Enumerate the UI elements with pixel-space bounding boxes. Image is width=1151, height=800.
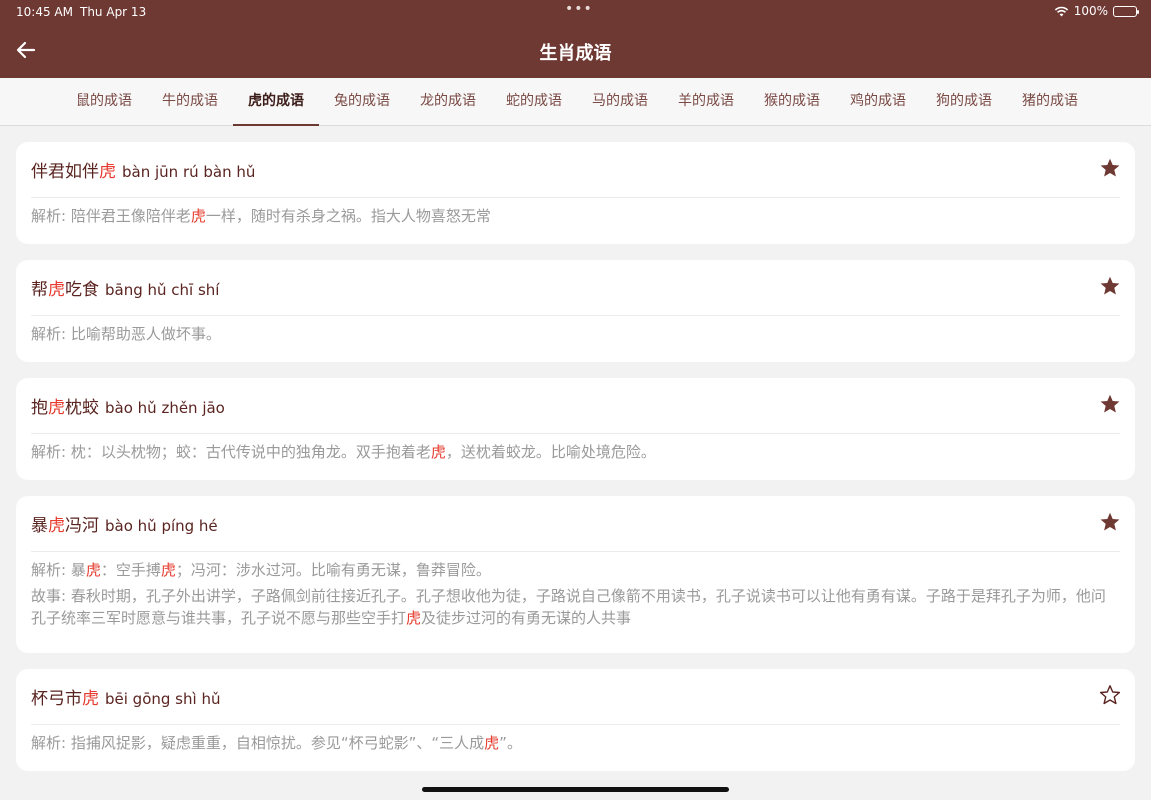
desc-highlight: 虎 bbox=[406, 609, 422, 627]
idiom-header: 暴虎冯河 bào hǔ píng hé bbox=[31, 511, 1085, 537]
divider bbox=[31, 433, 1120, 434]
idiom-part: 伴君如伴 bbox=[31, 162, 99, 182]
idiom-part: 暴 bbox=[31, 516, 48, 536]
star-outline-icon[interactable] bbox=[1099, 684, 1121, 706]
desc-prefix: 解析: bbox=[31, 207, 71, 225]
idiom-explanation: 解析: 枕：以头枕物；蛟：古代传说中的独角龙。双手抱着老虎，送枕着蛟龙。比喻处境… bbox=[31, 441, 1120, 463]
desc-text: ，送枕着蛟龙。比喻处境危险。 bbox=[445, 443, 656, 461]
tab-4[interactable]: 兔的成语 bbox=[319, 78, 405, 126]
idiom-text: 帮虎吃食 bbox=[31, 280, 99, 300]
desc-prefix: 故事: bbox=[31, 587, 71, 605]
tab-11[interactable]: 狗的成语 bbox=[921, 78, 1007, 126]
divider bbox=[31, 197, 1120, 198]
tab-6[interactable]: 蛇的成语 bbox=[491, 78, 577, 126]
desc-highlight: 虎 bbox=[160, 561, 176, 579]
desc-text: ”。 bbox=[499, 734, 522, 752]
zodiac-tabs: 鼠的成语 牛的成语 虎的成语 兔的成语 龙的成语 蛇的成语 马的成语 羊的成语 猴的成语 鸡的成语… bbox=[0, 78, 1151, 126]
idiom-part: 帮 bbox=[31, 280, 48, 300]
idiom-highlight: 虎 bbox=[48, 516, 65, 536]
desc-highlight: 虎 bbox=[430, 443, 446, 461]
star-filled-icon[interactable] bbox=[1099, 157, 1121, 179]
divider bbox=[31, 315, 1120, 316]
star-filled-icon[interactable] bbox=[1099, 275, 1121, 297]
idiom-text: 暴虎冯河 bbox=[31, 516, 99, 536]
desc-text: 比喻帮助恶人做坏事。 bbox=[70, 325, 221, 343]
status-bar: 10:45 AM Thu Apr 13 ••• 100% bbox=[0, 0, 1151, 24]
idiom-explanation: 解析: 陪伴君王像陪伴老虎一样，随时有杀身之祸。指大人物喜怒无常 bbox=[31, 205, 1120, 227]
desc-text: 指捕风捉影，疑虑重重，自相惊扰。参见“杯弓蛇影”、“三人成 bbox=[70, 734, 485, 752]
status-date: Thu Apr 13 bbox=[80, 5, 147, 19]
multitasking-dots-icon[interactable]: ••• bbox=[565, 1, 593, 17]
star-filled-icon[interactable] bbox=[1099, 511, 1121, 533]
status-time: 10:45 AM bbox=[16, 5, 73, 19]
desc-text: 枕：以头枕物；蛟：古代传说中的独角龙。双手抱着老 bbox=[70, 443, 431, 461]
tab-2[interactable]: 牛的成语 bbox=[147, 78, 233, 126]
page-title: 生肖成语 bbox=[539, 43, 612, 64]
idiom-card[interactable]: 杯弓市虎 bēi gōng shì hǔ 解析: 指捕风捉影，疑虑重重，自相惊扰。参… bbox=[16, 669, 1135, 771]
app-header: 10:45 AM Thu Apr 13 ••• 100% 生肖成语 bbox=[0, 0, 1151, 78]
idiom-card[interactable]: 帮虎吃食 bāng hǔ chī shí 解析: 比喻帮助恶人做坏事。 bbox=[16, 260, 1135, 362]
idiom-pinyin: bào hǔ píng hé bbox=[105, 517, 218, 535]
desc-text: 暴 bbox=[70, 561, 86, 579]
idiom-pinyin: bào hǔ zhěn jāo bbox=[105, 399, 225, 417]
desc-prefix: 解析: bbox=[31, 325, 71, 343]
idiom-header: 杯弓市虎 bēi gōng shì hǔ bbox=[31, 684, 1085, 710]
idiom-header: 帮虎吃食 bāng hǔ chī shí bbox=[31, 275, 1085, 301]
tab-12[interactable]: 猪的成语 bbox=[1007, 78, 1093, 126]
idiom-header: 抱虎枕蛟 bào hǔ zhěn jāo bbox=[31, 393, 1085, 419]
tab-7[interactable]: 马的成语 bbox=[577, 78, 663, 126]
idiom-text: 伴君如伴虎 bbox=[31, 162, 116, 182]
desc-highlight: 虎 bbox=[85, 561, 101, 579]
status-right: 100% bbox=[1054, 4, 1139, 18]
tab-8[interactable]: 羊的成语 bbox=[663, 78, 749, 126]
idiom-text: 杯弓市虎 bbox=[31, 689, 99, 709]
tab-10[interactable]: 鸡的成语 bbox=[835, 78, 921, 126]
home-indicator[interactable] bbox=[422, 787, 729, 792]
desc-highlight: 虎 bbox=[190, 207, 206, 225]
tab-5[interactable]: 龙的成语 bbox=[405, 78, 491, 126]
desc-text: 一样，随时有杀身之祸。指大人物喜怒无常 bbox=[205, 207, 491, 225]
idiom-explanation: 解析: 指捕风捉影，疑虑重重，自相惊扰。参见“杯弓蛇影”、“三人成虎”。 bbox=[31, 732, 1120, 754]
desc-text: 陪伴君王像陪伴老 bbox=[70, 207, 191, 225]
battery-icon bbox=[1113, 5, 1139, 17]
idiom-card[interactable]: 抱虎枕蛟 bào hǔ zhěn jāo 解析: 枕：以头枕物；蛟：古代传说中的独角… bbox=[16, 378, 1135, 480]
desc-text: 及徒步过河的有勇无谋的人共事 bbox=[421, 609, 632, 627]
idiom-card[interactable]: 暴虎冯河 bào hǔ píng hé 解析: 暴虎：空手搏虎；冯河：涉水过河。比喻… bbox=[16, 496, 1135, 653]
battery-percent: 100% bbox=[1073, 4, 1108, 18]
tab-1[interactable]: 鼠的成语 bbox=[61, 78, 147, 126]
idiom-text: 抱虎枕蛟 bbox=[31, 398, 99, 418]
idiom-header: 伴君如伴虎 bàn jūn rú bàn hǔ bbox=[31, 157, 1085, 183]
idiom-highlight: 虎 bbox=[99, 162, 116, 182]
idiom-highlight: 虎 bbox=[48, 280, 65, 300]
divider bbox=[31, 551, 1120, 552]
desc-prefix: 解析: bbox=[31, 561, 71, 579]
idiom-pinyin: bāng hǔ chī shí bbox=[105, 281, 220, 299]
wifi-icon bbox=[1054, 6, 1068, 16]
idiom-pinyin: bàn jūn rú bàn hǔ bbox=[122, 163, 256, 181]
desc-text: ；冯河：涉水过河。比喻有勇无谋，鲁莽冒险。 bbox=[175, 561, 491, 579]
idiom-card[interactable]: 伴君如伴虎 bàn jūn rú bàn hǔ 解析: 陪伴君王像陪伴老虎一样，随时… bbox=[16, 142, 1135, 244]
idiom-part: 杯弓市 bbox=[31, 689, 82, 709]
idiom-part: 吃食 bbox=[65, 280, 99, 300]
idiom-part: 抱 bbox=[31, 398, 48, 418]
tab-9[interactable]: 猴的成语 bbox=[749, 78, 835, 126]
idiom-explanation: 解析: 暴虎：空手搏虎；冯河：涉水过河。比喻有勇无谋，鲁莽冒险。 bbox=[31, 559, 1120, 581]
idiom-explanation: 解析: 比喻帮助恶人做坏事。 bbox=[31, 323, 1120, 345]
tab-3[interactable]: 虎的成语 bbox=[233, 78, 319, 126]
desc-text: ：空手搏 bbox=[100, 561, 161, 579]
idiom-part: 冯河 bbox=[65, 516, 99, 536]
idiom-highlight: 虎 bbox=[82, 689, 99, 709]
divider bbox=[31, 724, 1120, 725]
desc-prefix: 解析: bbox=[31, 443, 71, 461]
desc-prefix: 解析: bbox=[31, 734, 71, 752]
idiom-story: 故事: 春秋时期，孔子外出讲学，子路佩剑前往接近孔子。孔子想收他为徒，子路说自己… bbox=[31, 585, 1120, 629]
star-filled-icon[interactable] bbox=[1099, 393, 1121, 415]
desc-highlight: 虎 bbox=[484, 734, 500, 752]
idiom-highlight: 虎 bbox=[48, 398, 65, 418]
idiom-pinyin: bēi gōng shì hǔ bbox=[105, 690, 221, 708]
idiom-part: 枕蛟 bbox=[65, 398, 99, 418]
